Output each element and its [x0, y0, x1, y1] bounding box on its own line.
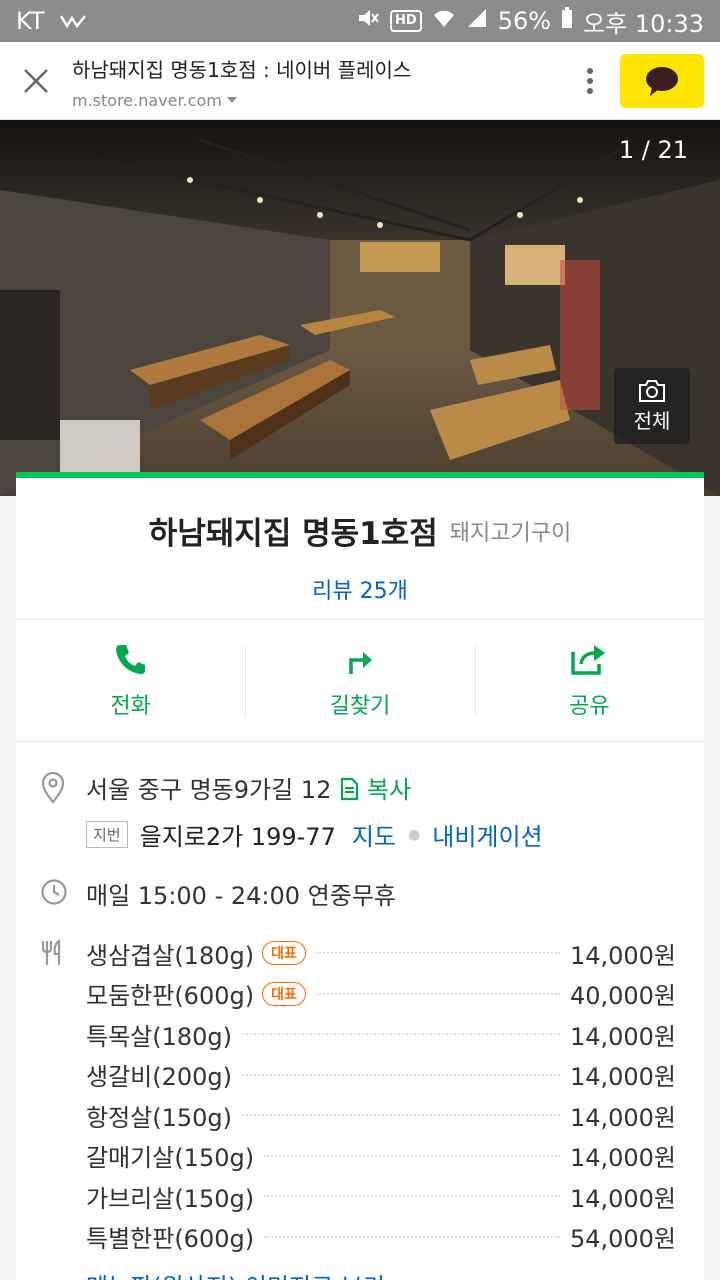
wifi-icon	[432, 7, 456, 35]
restaurant-interior-photo	[0, 120, 720, 496]
address-row: 서울 중구 명동9가길 12 복사	[40, 770, 676, 805]
call-button[interactable]: 전화	[16, 620, 245, 741]
battery-label: 56%	[497, 7, 552, 35]
navigation-link[interactable]: 내비게이션	[432, 817, 542, 852]
menu-item: 생삼겹살(180g) 대표 14,000원	[86, 933, 676, 974]
dotted-leader	[264, 1154, 560, 1157]
menu-item-price: 14,000원	[569, 941, 676, 970]
menu-item-name: 항정살(150g)	[86, 1103, 233, 1132]
copy-document-icon	[341, 777, 359, 801]
jibun-address: 을지로2가 199-77	[139, 823, 336, 851]
place-details: 서울 중구 명동9가길 12 복사 지번 을지로2가 199-77 지도 ● 내…	[16, 742, 704, 1280]
url-text: m.store.naver.com	[72, 90, 222, 110]
menu-item-name: 가브리살(150g)	[86, 1184, 255, 1213]
action-bar: 전화 길찾기 공유	[16, 620, 704, 742]
menu-item: 가브리살(150g) 14,000원	[86, 1176, 676, 1217]
review-count-link[interactable]: 리뷰 25개	[312, 573, 408, 605]
menu-item-name: 생삼겹살(180g)	[86, 941, 255, 970]
dotted-leader	[264, 1195, 560, 1198]
separator-dot: ●	[408, 826, 421, 843]
menu-item: 항정살(150g) 14,000원	[86, 1095, 676, 1136]
menu-item-price: 14,000원	[569, 1063, 676, 1092]
view-all-label: 전체	[633, 408, 671, 433]
location-pin-icon	[40, 770, 86, 804]
phone-icon	[115, 644, 145, 674]
copy-label: 복사	[366, 776, 412, 804]
menu-item-name: 특별한판(600g)	[86, 1225, 255, 1254]
photo-counter: 1 / 21	[618, 136, 688, 164]
view-all-photos-button[interactable]: 전체	[614, 368, 690, 444]
menu-item-price: 40,000원	[569, 982, 676, 1011]
share-button[interactable]: 공유	[474, 620, 704, 741]
menu-item: 생갈비(200g) 14,000원	[86, 1055, 676, 1096]
signature-badge: 대표	[262, 941, 306, 966]
dotted-leader	[242, 1033, 560, 1036]
camera-icon	[639, 379, 665, 402]
kakaotalk-share-button[interactable]	[620, 53, 704, 108]
menu-item-name: 생갈비(200g)	[86, 1063, 233, 1092]
place-info-card: 하남돼지집 명동1호점 돼지고기구이 리뷰 25개 전화 길찾기 공유 서울 중구…	[16, 472, 704, 1280]
menu-item-price: 14,000원	[569, 1184, 676, 1213]
page-title: 하남돼지집 명동1호점 : 네이버 플레이스	[72, 57, 412, 82]
menu-item: 특목살(180g) 14,000원	[86, 1014, 676, 1055]
directions-button[interactable]: 길찾기	[245, 620, 474, 741]
carrier-logo-icon	[59, 7, 87, 35]
menu-item-price: 14,000원	[569, 1103, 676, 1132]
copy-address-button[interactable]: 복사	[339, 770, 411, 805]
menu-list: 생삼겹살(180g) 대표 14,000원 모둠한판(600g) 대표 40,0…	[86, 933, 676, 1257]
menu-item-name: 특목살(180g)	[86, 1022, 233, 1051]
hd-voice-badge: HD	[390, 10, 422, 32]
menu-image-link[interactable]: 메뉴판(원산지) 이미지로 보기	[86, 1267, 676, 1280]
signature-badge: 대표	[262, 981, 306, 1006]
browser-toolbar: 하남돼지집 명동1호점 : 네이버 플레이스 m.store.naver.com	[0, 42, 720, 120]
chat-bubble-icon	[646, 66, 678, 96]
menu-item-name: 모둠한판(600g)	[86, 982, 255, 1011]
dotted-leader	[242, 1073, 560, 1076]
chevron-down-icon	[226, 97, 237, 103]
clock-icon	[40, 876, 86, 906]
menu-item-name: 갈매기살(150g)	[86, 1144, 255, 1173]
more-options-button[interactable]	[570, 42, 610, 120]
place-name: 하남돼지집 명동1호점	[148, 516, 438, 552]
page-url: m.store.naver.com	[72, 91, 570, 110]
restaurant-photo-gallery[interactable]: 1 / 21 전체	[0, 120, 720, 496]
dotted-leader	[315, 992, 560, 995]
menu-item: 갈매기살(150g) 14,000원	[86, 1136, 676, 1177]
menu-item: 특별한판(600g) 54,000원	[86, 1217, 676, 1258]
dotted-leader	[264, 1235, 560, 1238]
menu-section: 생삼겹살(180g) 대표 14,000원 모둠한판(600g) 대표 40,0…	[40, 933, 676, 1257]
signal-icon	[466, 7, 488, 35]
menu-item: 모둠한판(600g) 대표 40,000원	[86, 974, 676, 1015]
more-vertical-icon	[587, 67, 593, 94]
menu-item-price: 14,000원	[569, 1022, 676, 1051]
address-bar[interactable]: 하남돼지집 명동1호점 : 네이버 플레이스 m.store.naver.com	[72, 52, 570, 110]
close-button[interactable]	[0, 42, 72, 120]
jibun-badge: 지번	[86, 821, 128, 848]
dotted-leader	[242, 1114, 560, 1117]
dotted-leader	[315, 952, 560, 955]
directions-label: 길찾기	[329, 693, 391, 719]
directions-icon	[349, 651, 372, 674]
place-header: 하남돼지집 명동1호점 돼지고기구이 리뷰 25개	[16, 478, 704, 620]
menu-item-price: 14,000원	[569, 1144, 676, 1173]
battery-icon	[561, 7, 573, 35]
call-label: 전화	[110, 693, 151, 719]
place-category: 돼지고기구이	[449, 520, 572, 546]
mute-icon	[356, 7, 380, 35]
business-hours: 매일 15:00 - 24:00 연중무휴	[86, 882, 396, 910]
close-icon	[24, 68, 48, 93]
menu-item-price: 54,000원	[569, 1225, 676, 1254]
share-label: 공유	[569, 693, 610, 719]
status-bar: KT HD 56% 오후 10:33	[0, 0, 720, 42]
map-link[interactable]: 지도	[352, 817, 396, 852]
jibun-address-row: 지번 을지로2가 199-77 지도 ● 내비게이션	[86, 817, 676, 852]
fork-knife-icon	[40, 933, 86, 1257]
carrier-label: KT	[16, 7, 45, 35]
hours-row: 매일 15:00 - 24:00 연중무휴	[40, 876, 676, 911]
road-address: 서울 중구 명동9가길 12	[86, 776, 332, 804]
clock-label: 오후 10:33	[583, 9, 704, 38]
share-icon	[571, 644, 606, 675]
